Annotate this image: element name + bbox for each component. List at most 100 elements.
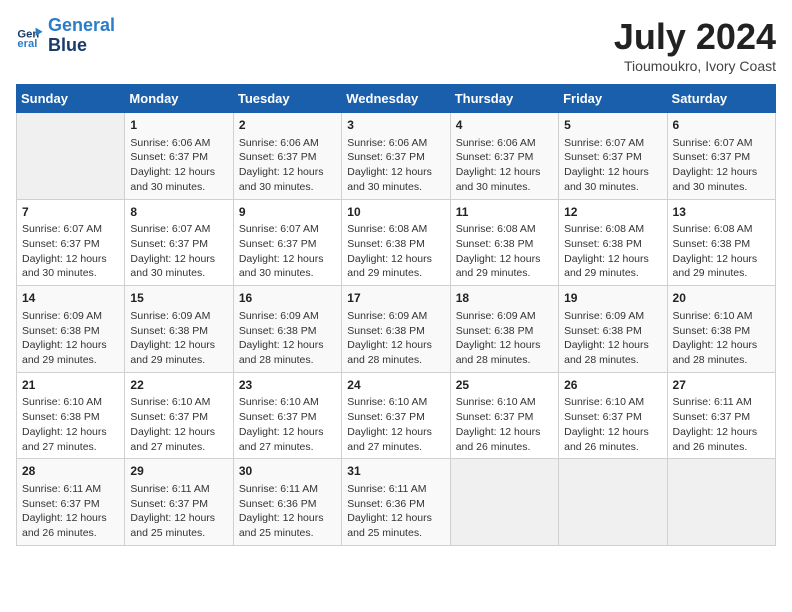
calendar-cell: 28 Sunrise: 6:11 AM Sunset: 6:37 PM Dayli… bbox=[17, 459, 125, 546]
day-info: Sunrise: 6:07 AM Sunset: 6:37 PM Dayligh… bbox=[239, 222, 336, 281]
calendar-cell: 31 Sunrise: 6:11 AM Sunset: 6:36 PM Dayli… bbox=[342, 459, 450, 546]
calendar-cell bbox=[17, 113, 125, 200]
calendar-week-row: 7Sunrise: 6:07 AM Sunset: 6:37 PM Daylig… bbox=[17, 199, 776, 286]
day-number: 29 bbox=[130, 463, 227, 480]
day-info: Sunrise: 6:09 AM Sunset: 6:38 PM Dayligh… bbox=[456, 309, 553, 368]
day-number: 24 bbox=[347, 377, 444, 394]
day-info: Sunrise: 6:07 AM Sunset: 6:37 PM Dayligh… bbox=[564, 136, 661, 195]
day-number: 7 bbox=[22, 204, 119, 221]
day-info: Sunrise: 6:11 AM Sunset: 6:37 PM Dayligh… bbox=[673, 395, 770, 454]
day-number: 9 bbox=[239, 204, 336, 221]
calendar-cell bbox=[559, 459, 667, 546]
day-info: Sunrise: 6:06 AM Sunset: 6:37 PM Dayligh… bbox=[239, 136, 336, 195]
day-info: Sunrise: 6:07 AM Sunset: 6:37 PM Dayligh… bbox=[130, 222, 227, 281]
day-info: Sunrise: 6:09 AM Sunset: 6:38 PM Dayligh… bbox=[564, 309, 661, 368]
day-number: 11 bbox=[456, 204, 553, 221]
calendar-cell: 11Sunrise: 6:08 AM Sunset: 6:38 PM Dayli… bbox=[450, 199, 558, 286]
day-number: 3 bbox=[347, 117, 444, 134]
calendar-cell bbox=[667, 459, 775, 546]
day-info: Sunrise: 6:11 AM Sunset: 6:37 PM Dayligh… bbox=[22, 482, 119, 541]
location: Tioumoukro, Ivory Coast bbox=[614, 58, 776, 74]
calendar-week-row: 28 Sunrise: 6:11 AM Sunset: 6:37 PM Dayli… bbox=[17, 459, 776, 546]
calendar-cell: 9Sunrise: 6:07 AM Sunset: 6:37 PM Daylig… bbox=[233, 199, 341, 286]
calendar-cell: 4 Sunrise: 6:06 AM Sunset: 6:37 PM Daylig… bbox=[450, 113, 558, 200]
calendar-cell: 5 Sunrise: 6:07 AM Sunset: 6:37 PM Daylig… bbox=[559, 113, 667, 200]
page-header: Gen eral GeneralBlue July 2024 Tioumoukr… bbox=[16, 16, 776, 74]
calendar-cell: 18 Sunrise: 6:09 AM Sunset: 6:38 PM Dayli… bbox=[450, 286, 558, 373]
day-info: Sunrise: 6:07 AM Sunset: 6:37 PM Dayligh… bbox=[22, 222, 119, 281]
calendar-cell: 23Sunrise: 6:10 AM Sunset: 6:37 PM Dayli… bbox=[233, 372, 341, 459]
day-number: 18 bbox=[456, 290, 553, 307]
logo: Gen eral GeneralBlue bbox=[16, 16, 115, 56]
calendar-cell: 3 Sunrise: 6:06 AM Sunset: 6:37 PM Daylig… bbox=[342, 113, 450, 200]
day-info: Sunrise: 6:08 AM Sunset: 6:38 PM Dayligh… bbox=[347, 222, 444, 281]
day-number: 28 bbox=[22, 463, 119, 480]
day-info: Sunrise: 6:09 AM Sunset: 6:38 PM Dayligh… bbox=[239, 309, 336, 368]
calendar-table: SundayMondayTuesdayWednesdayThursdayFrid… bbox=[16, 84, 776, 546]
calendar-cell: 19 Sunrise: 6:09 AM Sunset: 6:38 PM Dayli… bbox=[559, 286, 667, 373]
day-number: 12 bbox=[564, 204, 661, 221]
calendar-cell: 10Sunrise: 6:08 AM Sunset: 6:38 PM Dayli… bbox=[342, 199, 450, 286]
logo-icon: Gen eral bbox=[16, 22, 44, 50]
calendar-cell: 8Sunrise: 6:07 AM Sunset: 6:37 PM Daylig… bbox=[125, 199, 233, 286]
day-info: Sunrise: 6:09 AM Sunset: 6:38 PM Dayligh… bbox=[130, 309, 227, 368]
calendar-cell: 30 Sunrise: 6:11 AM Sunset: 6:36 PM Dayli… bbox=[233, 459, 341, 546]
svg-text:eral: eral bbox=[17, 38, 37, 50]
day-number: 5 bbox=[564, 117, 661, 134]
calendar-cell: 21Sunrise: 6:10 AM Sunset: 6:38 PM Dayli… bbox=[17, 372, 125, 459]
day-number: 8 bbox=[130, 204, 227, 221]
day-number: 20 bbox=[673, 290, 770, 307]
day-info: Sunrise: 6:06 AM Sunset: 6:37 PM Dayligh… bbox=[347, 136, 444, 195]
day-info: Sunrise: 6:08 AM Sunset: 6:38 PM Dayligh… bbox=[673, 222, 770, 281]
day-number: 31 bbox=[347, 463, 444, 480]
day-info: Sunrise: 6:10 AM Sunset: 6:38 PM Dayligh… bbox=[22, 395, 119, 454]
day-number: 4 bbox=[456, 117, 553, 134]
calendar-cell: 26Sunrise: 6:10 AM Sunset: 6:37 PM Dayli… bbox=[559, 372, 667, 459]
header-monday: Monday bbox=[125, 85, 233, 113]
calendar-cell: 27Sunrise: 6:11 AM Sunset: 6:37 PM Dayli… bbox=[667, 372, 775, 459]
day-info: Sunrise: 6:10 AM Sunset: 6:38 PM Dayligh… bbox=[673, 309, 770, 368]
calendar-cell: 15 Sunrise: 6:09 AM Sunset: 6:38 PM Dayli… bbox=[125, 286, 233, 373]
day-number: 14 bbox=[22, 290, 119, 307]
day-info: Sunrise: 6:06 AM Sunset: 6:37 PM Dayligh… bbox=[130, 136, 227, 195]
day-info: Sunrise: 6:08 AM Sunset: 6:38 PM Dayligh… bbox=[564, 222, 661, 281]
day-info: Sunrise: 6:11 AM Sunset: 6:36 PM Dayligh… bbox=[347, 482, 444, 541]
day-number: 6 bbox=[673, 117, 770, 134]
header-tuesday: Tuesday bbox=[233, 85, 341, 113]
calendar-cell: 22Sunrise: 6:10 AM Sunset: 6:37 PM Dayli… bbox=[125, 372, 233, 459]
day-info: Sunrise: 6:10 AM Sunset: 6:37 PM Dayligh… bbox=[239, 395, 336, 454]
calendar-cell: 6 Sunrise: 6:07 AM Sunset: 6:37 PM Daylig… bbox=[667, 113, 775, 200]
calendar-cell: 16 Sunrise: 6:09 AM Sunset: 6:38 PM Dayli… bbox=[233, 286, 341, 373]
header-wednesday: Wednesday bbox=[342, 85, 450, 113]
day-number: 27 bbox=[673, 377, 770, 394]
month-title: July 2024 bbox=[614, 16, 776, 58]
day-info: Sunrise: 6:07 AM Sunset: 6:37 PM Dayligh… bbox=[673, 136, 770, 195]
day-number: 21 bbox=[22, 377, 119, 394]
day-info: Sunrise: 6:08 AM Sunset: 6:38 PM Dayligh… bbox=[456, 222, 553, 281]
day-number: 30 bbox=[239, 463, 336, 480]
day-number: 16 bbox=[239, 290, 336, 307]
day-info: Sunrise: 6:10 AM Sunset: 6:37 PM Dayligh… bbox=[347, 395, 444, 454]
title-block: July 2024 Tioumoukro, Ivory Coast bbox=[614, 16, 776, 74]
calendar-week-row: 1 Sunrise: 6:06 AM Sunset: 6:37 PM Daylig… bbox=[17, 113, 776, 200]
day-number: 22 bbox=[130, 377, 227, 394]
calendar-cell: 20 Sunrise: 6:10 AM Sunset: 6:38 PM Dayli… bbox=[667, 286, 775, 373]
calendar-cell: 14 Sunrise: 6:09 AM Sunset: 6:38 PM Dayli… bbox=[17, 286, 125, 373]
calendar-cell: 1 Sunrise: 6:06 AM Sunset: 6:37 PM Daylig… bbox=[125, 113, 233, 200]
header-sunday: Sunday bbox=[17, 85, 125, 113]
calendar-cell: 24Sunrise: 6:10 AM Sunset: 6:37 PM Dayli… bbox=[342, 372, 450, 459]
header-saturday: Saturday bbox=[667, 85, 775, 113]
day-info: Sunrise: 6:09 AM Sunset: 6:38 PM Dayligh… bbox=[22, 309, 119, 368]
day-number: 17 bbox=[347, 290, 444, 307]
day-number: 19 bbox=[564, 290, 661, 307]
calendar-cell: 29Sunrise: 6:11 AM Sunset: 6:37 PM Dayli… bbox=[125, 459, 233, 546]
day-number: 2 bbox=[239, 117, 336, 134]
day-number: 25 bbox=[456, 377, 553, 394]
day-number: 1 bbox=[130, 117, 227, 134]
day-number: 15 bbox=[130, 290, 227, 307]
day-info: Sunrise: 6:09 AM Sunset: 6:38 PM Dayligh… bbox=[347, 309, 444, 368]
day-info: Sunrise: 6:11 AM Sunset: 6:36 PM Dayligh… bbox=[239, 482, 336, 541]
day-info: Sunrise: 6:10 AM Sunset: 6:37 PM Dayligh… bbox=[456, 395, 553, 454]
day-number: 10 bbox=[347, 204, 444, 221]
day-info: Sunrise: 6:06 AM Sunset: 6:37 PM Dayligh… bbox=[456, 136, 553, 195]
